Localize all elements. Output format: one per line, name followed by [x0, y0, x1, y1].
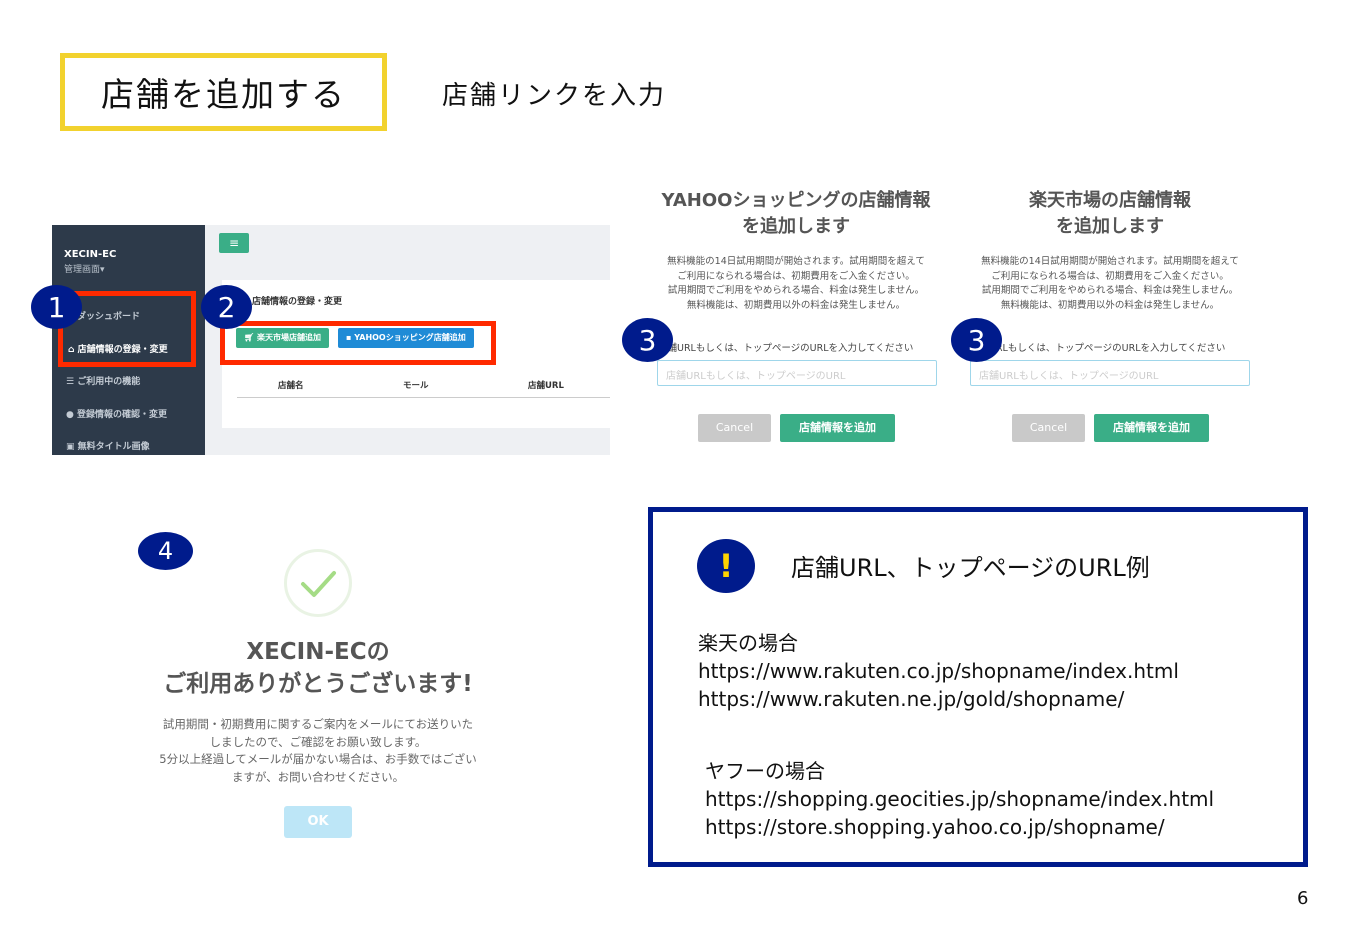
column-header-store-name: 店舗名 — [278, 381, 304, 391]
yahoo-dialog-note: 無料機能の14日試用期間が開始されます。試用期間を超えて ご利用になられる場合は… — [646, 255, 946, 313]
admin-brand: XECIN-EC — [64, 249, 117, 260]
sidebar-item-title-images[interactable]: ▣ 無料タイトル画像 — [66, 439, 150, 452]
rakuten-dialog-note: 無料機能の14日試用期間が開始されます。試用期間を超えて ご利用になられる場合は… — [960, 255, 1260, 313]
body-line: 5分以上経過してメールが届かない場合は、お手数ではござい — [159, 752, 477, 766]
body-line: ますが、お問い合わせください。 — [231, 769, 405, 784]
rakuten-dialog-title: 楽天市場の店舗情報 を追加します — [960, 188, 1260, 240]
note-line: ご利用になられる場合は、初期費用をご入金ください。 — [991, 270, 1229, 282]
note-line: 試用期間でご利用をやめられる場合、料金は発生しません。 — [667, 285, 925, 296]
rakuten-heading: 楽天の場合 — [698, 631, 798, 655]
ok-button[interactable]: OK — [284, 806, 352, 838]
rakuten-add-store-button[interactable]: 店舗情報を追加 — [1094, 414, 1209, 442]
step-badge-4: 4 — [138, 532, 193, 570]
success-check-icon — [284, 549, 352, 617]
note-line: ご利用になられる場合は、初期費用をご入金ください。 — [677, 270, 915, 282]
step-badge-1: 1 — [31, 285, 82, 329]
yahoo-url-input[interactable]: 店舗URLもしくは、トップページのURL — [657, 360, 937, 386]
list-icon: ☰ — [66, 377, 78, 387]
yahoo-cancel-button[interactable]: Cancel — [698, 414, 771, 442]
slide-title: 店舗を追加する — [60, 53, 387, 131]
sidebar-item-label: 登録情報の確認・変更 — [77, 410, 168, 420]
url-example-box: ! 店舗URL、トップページのURL例 楽天の場合 https://www.ra… — [648, 507, 1308, 867]
title-line: XECIN-ECの — [246, 639, 390, 665]
exclamation-icon: ! — [697, 539, 755, 593]
title-line: YAHOOショッピングの店舗情報 — [661, 190, 931, 211]
note-line: 無料機能の14日試用期間が開始されます。試用期間を超えて — [981, 256, 1239, 267]
step-badge-3-rakuten: 3 — [951, 318, 1002, 362]
admin-brand-sub[interactable]: 管理画面▾ — [64, 262, 105, 275]
image-icon: ▣ — [66, 442, 78, 452]
menu-icon: ≡ — [228, 236, 240, 250]
title-line: 楽天市場の店舗情報 — [1029, 190, 1191, 211]
table-divider — [237, 397, 610, 398]
yahoo-add-store-button[interactable]: 店舗情報を追加 — [780, 414, 895, 442]
yahoo-url-example: https://store.shopping.yahoo.co.jp/shopn… — [705, 815, 1165, 839]
thanks-title: XECIN-ECの ご利用ありがとうございます! — [118, 636, 518, 700]
page-number: 6 — [1297, 888, 1309, 909]
yahoo-url-example: https://shopping.geocities.jp/shopname/i… — [705, 787, 1215, 811]
rakuten-url-example: https://www.rakuten.co.jp/shopname/index… — [698, 659, 1179, 683]
yahoo-heading: ヤフーの場合 — [705, 759, 825, 783]
url-example-title: 店舗URL、トップページのURL例 — [791, 554, 1150, 582]
yahoo-dialog-title: YAHOOショッピングの店舗情報 を追加します — [646, 188, 946, 240]
sidebar-item-label: 無料タイトル画像 — [77, 442, 150, 452]
sidebar-item-features[interactable]: ☰ ご利用中の機能 — [66, 374, 140, 387]
yahoo-url-label: 店舗URLもしくは、トップページのURLを入力してください — [658, 343, 914, 354]
sidebar-item-label: ご利用中の機能 — [77, 377, 141, 387]
rakuten-url-input[interactable]: 店舗URLもしくは、トップページのURL — [970, 360, 1250, 386]
panel-title: 店舗情報の登録・変更 — [252, 297, 343, 307]
highlight-frame-2 — [220, 321, 496, 365]
user-icon: ● — [66, 410, 77, 420]
rakuten-url-example: https://www.rakuten.ne.jp/gold/shopname/ — [698, 687, 1125, 711]
title-line: ご利用ありがとうございます! — [163, 671, 473, 697]
rakuten-cancel-button[interactable]: Cancel — [1012, 414, 1085, 442]
step-badge-2: 2 — [201, 285, 252, 329]
column-header-mall: モール — [403, 381, 429, 391]
column-header-store-url: 店舗URL — [528, 381, 564, 391]
store-panel: 店舗情報の登録・変更 🛒︎ 楽天市場店舗追加 ▪ YAHOOショッピング店舗追加… — [220, 280, 610, 428]
hamburger-menu-button[interactable]: ≡ — [219, 233, 249, 253]
admin-screenshot: XECIN-EC 管理画面▾ ◉ ダッシュボード ⌂ 店舗情報の登録・変更 ☰ … — [52, 225, 610, 455]
note-line: 無料機能の14日試用期間が開始されます。試用期間を超えて — [667, 256, 925, 267]
step-badge-3-yahoo: 3 — [622, 318, 673, 362]
note-line: 試用期間でご利用をやめられる場合、料金は発生しません。 — [981, 285, 1239, 296]
body-line: しましたので、ご確認をお願い致します。 — [209, 734, 427, 749]
rakuten-url-label: 店舗URLもしくは、トップページのURLを入力してください — [970, 343, 1226, 354]
note-line: 無料機能は、初期費用以外の料金は発生しません。 — [1000, 299, 1220, 311]
title-line: を追加します — [742, 216, 850, 237]
thanks-message: 試用期間・初期費用に関するご案内をメールにてお送りいた しましたので、ご確認をお… — [118, 716, 518, 786]
body-line: 試用期間・初期費用に関するご案内をメールにてお送りいた — [162, 717, 474, 731]
slide-subtitle: 店舗リンクを入力 — [442, 81, 667, 111]
note-line: 無料機能は、初期費用以外の料金は発生しません。 — [686, 299, 906, 311]
title-line: を追加します — [1056, 216, 1164, 237]
sidebar-item-account[interactable]: ● 登録情報の確認・変更 — [66, 407, 167, 420]
